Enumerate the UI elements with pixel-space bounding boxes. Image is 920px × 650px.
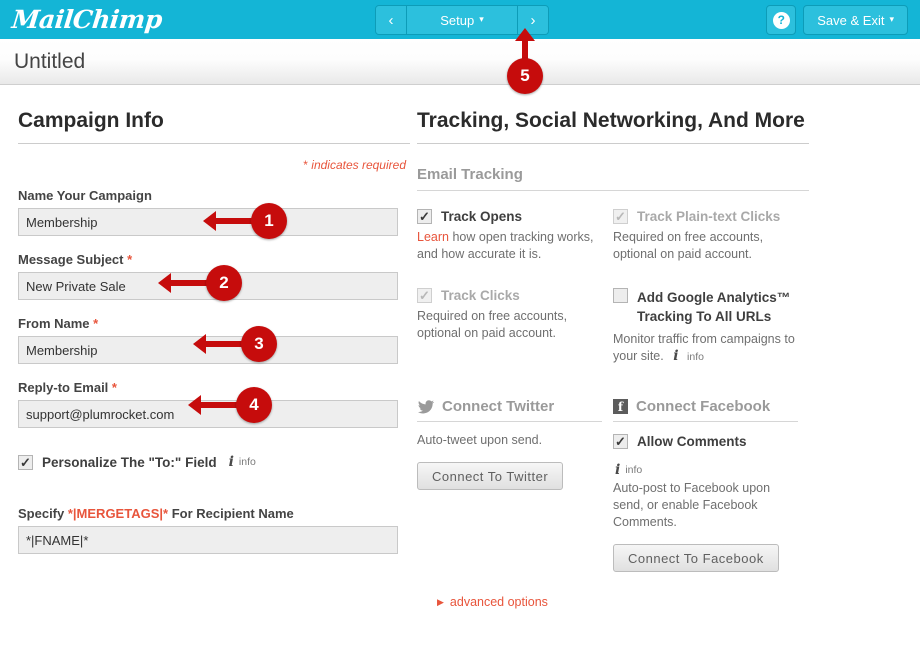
allow-comments-checkbox[interactable]: ✓ <box>613 434 628 449</box>
save-and-exit-button[interactable]: Save & Exit ▾ <box>803 5 908 35</box>
google-analytics-row: ✓ Add Google Analytics™ Tracking To All … <box>613 288 809 326</box>
track-plain-text-clicks-cell: ✓ Track Plain-text Clicks Required on fr… <box>613 203 809 263</box>
tracking-row-2: ✓ Track Clicks Required on free accounts… <box>417 282 905 366</box>
required-note: * indicates required <box>18 158 406 172</box>
facebook-info-row: i info <box>613 462 809 478</box>
google-analytics-label: Add Google Analytics™ Tracking To All UR… <box>637 290 791 324</box>
message-subject-label-text: Message Subject <box>18 252 124 267</box>
learn-link[interactable]: Learn <box>417 230 449 244</box>
message-subject-label: Message Subject * <box>18 252 405 267</box>
required-asterisk: * <box>127 252 133 267</box>
required-asterisk: * <box>93 316 99 331</box>
help-button[interactable]: ? <box>766 5 797 35</box>
email-tracking-subheading: Email Tracking <box>417 166 809 191</box>
chevron-down-icon: ▾ <box>479 13 484 24</box>
required-note-text: indicates required <box>307 158 406 172</box>
info-label[interactable]: info <box>687 351 704 363</box>
tracking-social-column: Tracking, Social Networking, And More Em… <box>405 109 905 609</box>
info-icon[interactable]: i <box>673 348 678 364</box>
merge-tags-token: *|MERGETAGS|* <box>67 506 169 521</box>
connect-to-twitter-button[interactable]: Connect To Twitter <box>417 462 564 490</box>
info-label[interactable]: info <box>625 464 642 476</box>
facebook-icon: f <box>613 399 628 414</box>
advanced-options-toggle[interactable]: ▶ advanced options <box>437 595 548 609</box>
track-clicks-cell: ✓ Track Clicks Required on free accounts… <box>417 282 613 366</box>
callout-badge-1: 1 <box>251 203 287 239</box>
callout-badge-2: 2 <box>206 265 242 301</box>
advanced-options-label: advanced options <box>449 595 548 609</box>
setup-step-label: Setup <box>440 12 475 28</box>
from-name-label: From Name * <box>18 316 405 331</box>
info-icon[interactable]: i <box>615 462 620 478</box>
triangle-right-icon: ▶ <box>437 596 444 607</box>
connect-twitter-label: Connect Twitter <box>442 398 555 415</box>
merge-tags-input[interactable] <box>18 526 398 554</box>
setup-step-dropdown[interactable]: Setup ▾ <box>407 6 518 34</box>
from-name-label-text: From Name <box>18 316 90 331</box>
track-opens-help: Learn how open tracking works, and how a… <box>417 229 602 263</box>
track-opens-cell: ✓ Track Opens Learn how open tracking wo… <box>417 203 613 263</box>
facebook-help: Auto-post to Facebook upon send, or enab… <box>613 481 771 529</box>
personalize-to-field-checkbox[interactable]: ✓ <box>18 454 33 470</box>
track-clicks-row: ✓ Track Clicks <box>417 288 613 303</box>
facebook-cell: f Connect Facebook ✓ Allow Comments i in… <box>613 398 809 572</box>
callout-badge-3: 3 <box>241 326 277 362</box>
track-opens-checkbox[interactable]: ✓ <box>417 209 432 224</box>
twitter-cell: Connect Twitter Auto-tweet upon send. Co… <box>417 398 613 572</box>
tracking-social-heading: Tracking, Social Networking, And More <box>417 109 809 144</box>
reply-to-email-label: Reply-to Email * <box>18 380 405 395</box>
social-row: Connect Twitter Auto-tweet upon send. Co… <box>417 398 905 572</box>
mailchimp-logo[interactable]: MailChimp <box>10 5 163 34</box>
top-navigation-bar: MailChimp ‹ Setup ▾ › ? Save & Exit ▾ <box>0 0 920 39</box>
previous-step-button[interactable]: ‹ <box>376 6 407 34</box>
personalize-to-field-row: ✓ Personalize The "To:" Field i info <box>18 454 405 470</box>
google-analytics-checkbox[interactable]: ✓ <box>613 288 628 303</box>
info-label[interactable]: info <box>239 456 256 468</box>
allow-comments-label: Allow Comments <box>637 434 747 449</box>
google-analytics-help: Monitor traffic from campaigns to your s… <box>613 331 798 366</box>
connect-facebook-header: f Connect Facebook <box>613 398 798 422</box>
main-content: Campaign Info * indicates required Name … <box>0 85 920 609</box>
connect-facebook-label: Connect Facebook <box>636 398 771 415</box>
track-plain-text-clicks-help: Required on free accounts, optional on p… <box>613 230 764 261</box>
top-right-tools: ? Save & Exit ▾ <box>766 5 908 35</box>
campaign-info-heading: Campaign Info <box>18 109 410 144</box>
campaign-title-bar: Untitled <box>0 39 920 85</box>
track-plain-text-clicks-row: ✓ Track Plain-text Clicks <box>613 209 809 224</box>
track-plain-text-clicks-label: Track Plain-text Clicks <box>637 209 781 224</box>
track-opens-label: Track Opens <box>441 209 523 224</box>
track-opens-row: ✓ Track Opens <box>417 209 613 224</box>
reply-to-email-label-text: Reply-to Email <box>18 380 109 395</box>
twitter-bird-icon <box>418 399 434 413</box>
google-analytics-cell: ✓ Add Google Analytics™ Tracking To All … <box>613 282 809 366</box>
save-and-exit-label: Save & Exit <box>817 12 885 28</box>
page-title[interactable]: Untitled <box>14 50 85 74</box>
callout-badge-5: 5 <box>507 58 543 94</box>
merge-tags-label: Specify *|MERGETAGS|* For Recipient Name <box>18 506 405 521</box>
twitter-help: Auto-tweet upon send. <box>417 433 543 447</box>
campaign-name-label: Name Your Campaign <box>18 188 405 203</box>
merge-tags-label-before: Specify <box>18 506 68 521</box>
personalize-to-field-label: Personalize The "To:" Field <box>42 454 217 470</box>
track-plain-text-clicks-checkbox: ✓ <box>613 209 628 224</box>
merge-tags-label-after: For Recipient Name <box>168 506 294 521</box>
connect-twitter-header: Connect Twitter <box>417 398 602 422</box>
tracking-row-1: ✓ Track Opens Learn how open tracking wo… <box>417 203 905 263</box>
chevron-down-icon: ▾ <box>889 13 894 24</box>
track-clicks-checkbox: ✓ <box>417 288 432 303</box>
info-icon[interactable]: i <box>229 454 234 470</box>
track-clicks-help: Required on free accounts, optional on p… <box>417 309 568 340</box>
connect-to-facebook-button[interactable]: Connect To Facebook <box>613 544 779 572</box>
question-mark-icon: ? <box>772 11 790 29</box>
allow-comments-row: ✓ Allow Comments <box>613 434 809 449</box>
track-clicks-label: Track Clicks <box>441 288 520 303</box>
campaign-name-label-text: Name Your Campaign <box>18 188 152 203</box>
callout-badge-4: 4 <box>236 387 272 423</box>
required-asterisk: * <box>111 380 117 395</box>
